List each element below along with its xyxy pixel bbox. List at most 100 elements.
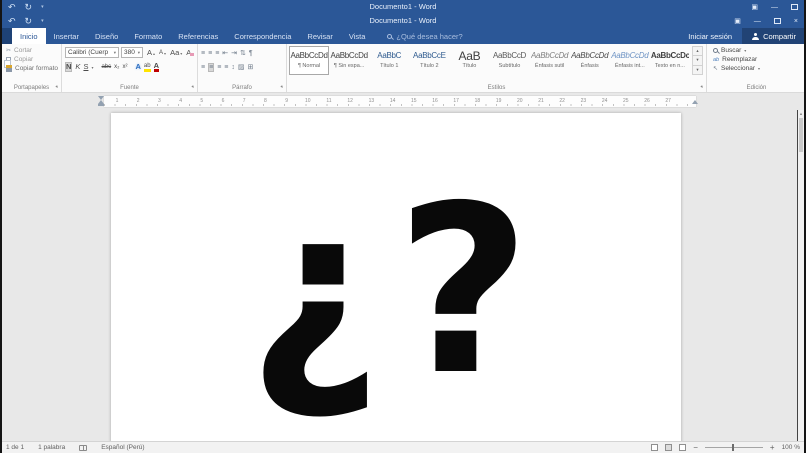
find-button[interactable]: Buscar ▾ [713, 47, 746, 54]
gallery-down-icon[interactable]: ▾ [692, 56, 703, 65]
language-indicator[interactable]: Español (Perú) [101, 444, 144, 451]
minimize-icon[interactable]: — [754, 18, 761, 25]
tab-revisar[interactable]: Revisar [299, 28, 340, 44]
style-item[interactable]: AaBbCcDd¶ Sin espa... [329, 46, 369, 75]
shading-icon[interactable]: ▨ [238, 63, 245, 71]
style-sample: AaBbCcDd [330, 49, 368, 63]
web-layout-icon[interactable] [679, 444, 686, 451]
italic-button[interactable]: K [75, 63, 80, 71]
show-paragraph-marks-icon[interactable]: ¶ [249, 50, 253, 57]
align-right-icon[interactable]: ≡ [217, 64, 221, 71]
replace-button[interactable]: ab Reemplazar [713, 56, 757, 63]
ribbon-display-options-icon[interactable]: ▣ [734, 17, 741, 25]
style-item[interactable]: AaBbCcDdÉnfasis [570, 46, 610, 75]
ruler-number: 27 [662, 96, 674, 107]
ribbon: ✂ Cortar Copiar Copiar formato Portapape… [2, 44, 804, 93]
zoom-slider[interactable] [705, 447, 763, 448]
style-sample: AaBbCcDd [571, 49, 609, 63]
tab-referencias[interactable]: Referencias [170, 28, 226, 44]
ruler-number: 3 [153, 96, 165, 107]
share-button[interactable]: Compartir [742, 28, 806, 44]
indent-marker-right[interactable] [692, 100, 698, 104]
clear-formatting-button[interactable]: A [186, 49, 191, 57]
indent-marker-left[interactable] [98, 96, 104, 106]
zoom-out-button[interactable]: − [693, 444, 698, 452]
align-left-icon[interactable]: ≡ [201, 64, 205, 71]
increase-indent-icon[interactable]: ⇥ [231, 49, 237, 57]
replace-icon: ab [713, 57, 719, 63]
copy-button[interactable]: Copiar [6, 56, 33, 63]
document-text[interactable]: ¿? [111, 175, 681, 407]
line-spacing-icon[interactable]: ↕ [231, 64, 235, 71]
ruler-number: 1 [111, 96, 123, 107]
scrollbar-thumb[interactable] [799, 118, 803, 152]
strikethrough-button[interactable]: abc [101, 64, 111, 70]
restore-icon[interactable] [774, 18, 781, 24]
bullets-icon[interactable]: ≡ [201, 50, 205, 57]
numbering-icon[interactable]: ≡ [208, 50, 212, 57]
vertical-scrollbar[interactable]: ▲ [797, 110, 804, 441]
zoom-in-button[interactable]: + [770, 444, 775, 452]
tab-diseño[interactable]: Diseño [87, 28, 126, 44]
horizontal-ruler[interactable]: 1234567891011121314151617181920212223242… [104, 96, 696, 107]
style-sample: AaB [450, 49, 488, 63]
change-case-button[interactable]: Aa▾ [170, 49, 182, 57]
restore-icon[interactable] [791, 4, 798, 10]
style-item[interactable]: AaBbCcDdÉnfasis int... [610, 46, 650, 75]
chevron-down-icon[interactable]: ▾ [91, 65, 93, 70]
justify-icon[interactable]: ≡ [224, 64, 228, 71]
cut-button[interactable]: ✂ Cortar [6, 47, 32, 54]
page-count[interactable]: 1 de 1 [6, 444, 24, 451]
select-button[interactable]: ↖ Seleccionar ▾ [713, 65, 760, 72]
font-size-combo[interactable]: 380 ▾ [121, 47, 143, 58]
tab-formato[interactable]: Formato [126, 28, 170, 44]
style-item[interactable]: AaBbCcETítulo 2 [409, 46, 449, 75]
text-effects-button[interactable]: A [136, 63, 141, 71]
subscript-button[interactable]: x₂ [114, 64, 119, 70]
gallery-up-icon[interactable]: ▴ [692, 46, 703, 56]
style-item[interactable]: AaBbCTítulo 1 [369, 46, 409, 75]
highlight-color-button[interactable]: ab [144, 63, 151, 72]
tab-inicio[interactable]: Inicio [12, 28, 46, 44]
sort-icon[interactable]: ⇅ [240, 49, 246, 57]
font-color-button[interactable]: A [154, 62, 159, 73]
styles-gallery: AaBbCcDd¶ NormalAaBbCcDd¶ Sin espa...AaB… [289, 46, 690, 75]
format-painter-button[interactable]: Copiar formato [6, 65, 58, 72]
book-icon [79, 445, 87, 451]
font-name-combo[interactable]: Calibri (Cuerp ▾ [65, 47, 119, 58]
zoom-level[interactable]: 100 % [782, 444, 800, 451]
bold-button[interactable]: N [65, 62, 72, 72]
style-item[interactable]: AaBbCcDd¶ Normal [289, 46, 329, 75]
multilevel-list-icon[interactable]: ≡ [215, 50, 219, 57]
gallery-more-icon[interactable]: ▾ [692, 66, 703, 75]
ribbon-display-options-icon[interactable]: ▣ [751, 3, 758, 11]
sign-in-button[interactable]: Iniciar sesión [678, 28, 742, 44]
group-styles: AaBbCcDd¶ NormalAaBbCcDd¶ Sin espa...AaB… [287, 44, 707, 92]
read-mode-icon[interactable] [651, 444, 658, 451]
minimize-icon[interactable]: — [771, 4, 778, 11]
proofing-status[interactable] [79, 445, 87, 451]
word-count[interactable]: 1 palabra [38, 444, 65, 451]
style-item[interactable]: AaBbCcDdÉnfasis sutil [530, 46, 570, 75]
print-layout-icon[interactable] [665, 444, 672, 451]
screen-edge-left [0, 0, 2, 453]
style-item[interactable]: AaBbCcDcTexto en n... [650, 46, 690, 75]
borders-icon[interactable]: ⊞ [248, 63, 254, 71]
style-item[interactable]: AaBbCcDSubtítulo [489, 46, 529, 75]
close-icon[interactable]: × [794, 18, 798, 25]
tab-vista[interactable]: Vista [341, 28, 374, 44]
chevron-down-icon: ▾ [744, 48, 746, 53]
tab-correspondencia[interactable]: Correspondencia [226, 28, 299, 44]
tab-insertar[interactable]: Insertar [46, 28, 87, 44]
document-page[interactable]: ¿? [111, 113, 681, 441]
shrink-font-button[interactable]: A▾ [159, 50, 166, 56]
align-center-icon[interactable]: ≡ [208, 63, 214, 72]
superscript-button[interactable]: x² [123, 64, 128, 70]
underline-button[interactable]: S [83, 63, 88, 71]
zoom-slider-thumb[interactable] [732, 444, 734, 451]
decrease-indent-icon[interactable]: ⇤ [222, 49, 228, 57]
grow-font-button[interactable]: A▴ [147, 49, 155, 57]
tell-me-search[interactable]: ¿Qué desea hacer? [387, 28, 462, 44]
ruler-number: 23 [577, 96, 589, 107]
style-item[interactable]: AaBTítulo [449, 46, 489, 75]
